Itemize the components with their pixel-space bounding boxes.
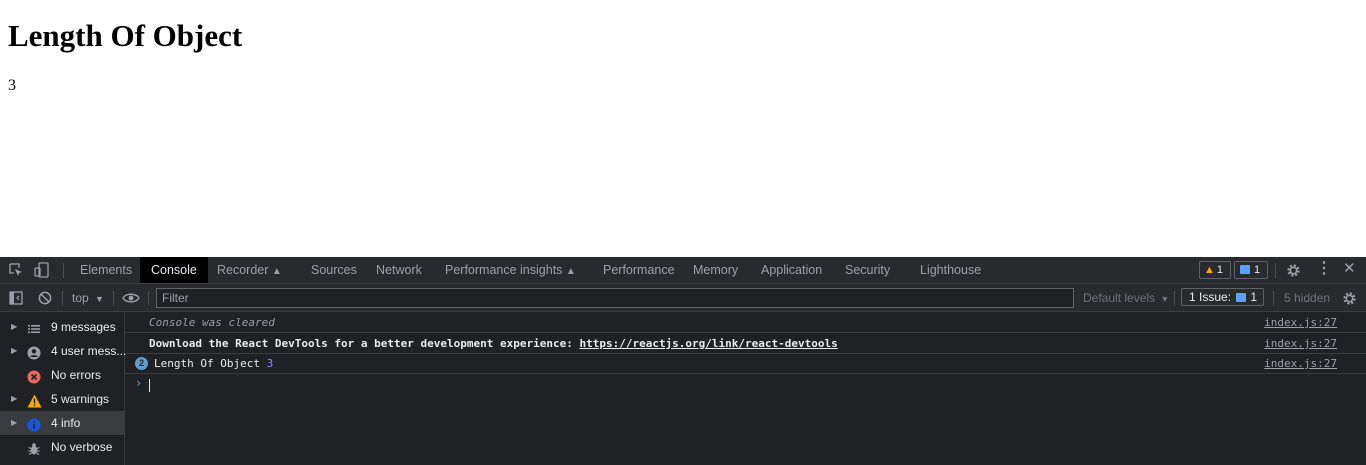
log-levels-dropdown[interactable]: Default levels ▼ — [1083, 284, 1169, 313]
sidebar-item-warnings[interactable]: ▶ 5 warnings — [0, 387, 124, 411]
console-message-cleared: Console was cleared index.js:27 — [125, 312, 1366, 333]
page-content: Length Of Object 3 — [0, 0, 1366, 257]
experiment-flask-icon: ▲ — [271, 266, 282, 277]
tab-security[interactable]: Security — [845, 257, 890, 283]
settings-gear-icon[interactable] — [1286, 263, 1301, 280]
expand-arrow-icon[interactable]: ▶ — [11, 339, 17, 363]
warnings-badge[interactable]: ▲ 1 — [1199, 261, 1231, 279]
inspect-element-icon[interactable] — [9, 263, 23, 279]
sidebar-toggle-icon[interactable] — [9, 291, 23, 307]
experiment-flask-icon: ▲ — [565, 266, 576, 277]
page-heading: Length Of Object — [8, 18, 243, 53]
sidebar-item-label: No errors — [51, 368, 102, 382]
more-options-icon[interactable]: ⋮ — [1316, 261, 1332, 277]
issues-label: 1 Issue: — [1189, 290, 1232, 304]
tab-performance-insights[interactable]: Performance insights ▲ — [445, 257, 576, 283]
dropdown-arrow-icon: ▼ — [1160, 294, 1170, 304]
tab-lighthouse[interactable]: Lighthouse — [920, 257, 981, 283]
sidebar-item-verbose[interactable]: No verbose — [0, 435, 124, 459]
tab-application[interactable]: Application — [761, 257, 822, 283]
tab-recorder[interactable]: Recorder ▲ — [217, 257, 282, 283]
message-icon — [1240, 265, 1250, 274]
tab-memory[interactable]: Memory — [693, 257, 738, 283]
expand-arrow-icon[interactable]: ▶ — [11, 315, 17, 339]
source-link[interactable]: index.js:27 — [1264, 333, 1337, 354]
console-sidebar: ▶ 9 messages ▶ 4 user mess... No errors … — [0, 312, 127, 465]
tab-network[interactable]: Network — [376, 257, 422, 283]
react-devtools-link[interactable]: https://reactjs.org/link/react-devtools — [579, 337, 837, 350]
sidebar-item-errors[interactable]: No errors — [0, 363, 124, 387]
list-icon — [27, 320, 41, 334]
tab-recorder-label: Recorder — [217, 263, 269, 277]
sidebar-item-messages[interactable]: ▶ 9 messages — [0, 315, 124, 339]
dropdown-arrow-icon: ▼ — [95, 294, 104, 304]
issues-count: 1 — [1250, 290, 1258, 304]
issues-button[interactable]: 1 Issue: 1 — [1181, 288, 1264, 306]
tab-performance-insights-label: Performance insights — [445, 263, 563, 277]
sidebar-item-label: 4 info — [51, 416, 81, 430]
expand-arrow-icon[interactable]: ▶ — [11, 411, 17, 435]
devtools-panel: Elements Console Recorder ▲ Sources Netw… — [0, 257, 1366, 465]
info-icon — [27, 416, 41, 432]
sidebar-item-label: 4 user mess... — [51, 344, 127, 358]
message-text: Download the React DevTools for a better… — [149, 333, 838, 354]
bug-icon — [27, 440, 41, 456]
context-selector[interactable]: top ▼ — [72, 284, 104, 313]
warnings-count: 1 — [1216, 264, 1224, 276]
log-value: 3 — [266, 357, 274, 370]
console-output: Console was cleared index.js:27 Download… — [125, 312, 1366, 465]
close-devtools-icon[interactable]: ✕ — [1343, 261, 1356, 276]
tab-performance[interactable]: Performance — [603, 257, 675, 283]
log-levels-label: Default levels — [1083, 291, 1156, 305]
message-text: Length Of Object 3 — [154, 354, 273, 374]
console-message-length: 2 Length Of Object 3 index.js:27 — [125, 354, 1366, 374]
console-settings-gear-icon[interactable] — [1342, 291, 1357, 308]
error-icon — [27, 368, 41, 384]
messages-badge[interactable]: 1 — [1234, 261, 1268, 279]
clear-console-icon[interactable] — [38, 291, 52, 307]
devtools-tabbar: Elements Console Recorder ▲ Sources Netw… — [0, 257, 1366, 284]
hidden-count: 5 hidden — [1284, 291, 1331, 305]
object-length-value: 3 — [8, 77, 16, 94]
expand-arrow-icon[interactable]: ▶ — [11, 387, 17, 411]
filter-input[interactable] — [156, 288, 1074, 308]
source-link[interactable]: index.js:27 — [1264, 354, 1337, 374]
log-text: Length Of Object — [154, 357, 260, 370]
warning-icon: ▲ — [1204, 264, 1215, 276]
repeat-count-badge: 2 — [135, 357, 148, 370]
console-prompt[interactable]: › — [125, 374, 1366, 394]
device-toolbar-icon[interactable] — [34, 262, 50, 280]
console-message-react-devtools: Download the React DevTools for a better… — [125, 333, 1366, 354]
sidebar-item-label: 9 messages — [51, 320, 116, 334]
text-cursor — [149, 379, 150, 392]
messages-count: 1 — [1254, 264, 1261, 276]
tab-elements[interactable]: Elements — [80, 257, 132, 283]
sidebar-item-label: 5 warnings — [51, 392, 110, 406]
sidebar-item-label: No verbose — [51, 440, 113, 454]
user-icon — [27, 344, 41, 360]
sidebar-item-info[interactable]: ▶ 4 info — [0, 411, 124, 435]
sidebar-item-user-messages[interactable]: ▶ 4 user mess... — [0, 339, 127, 363]
context-label: top — [72, 291, 89, 305]
download-text: Download the React DevTools for a better… — [149, 337, 580, 350]
source-link[interactable]: index.js:27 — [1264, 312, 1337, 333]
cleared-text: Console was cleared — [149, 316, 275, 329]
warning-icon — [27, 392, 42, 408]
console-toolbar: top ▼ Default levels ▼ 1 Issue: 1 5 hidd… — [0, 284, 1366, 312]
live-expression-eye-icon[interactable] — [122, 291, 140, 307]
tab-console[interactable]: Console — [140, 257, 208, 283]
prompt-chevron-icon: › — [135, 376, 143, 390]
issue-message-icon — [1236, 293, 1247, 302]
tab-sources[interactable]: Sources — [311, 257, 357, 283]
